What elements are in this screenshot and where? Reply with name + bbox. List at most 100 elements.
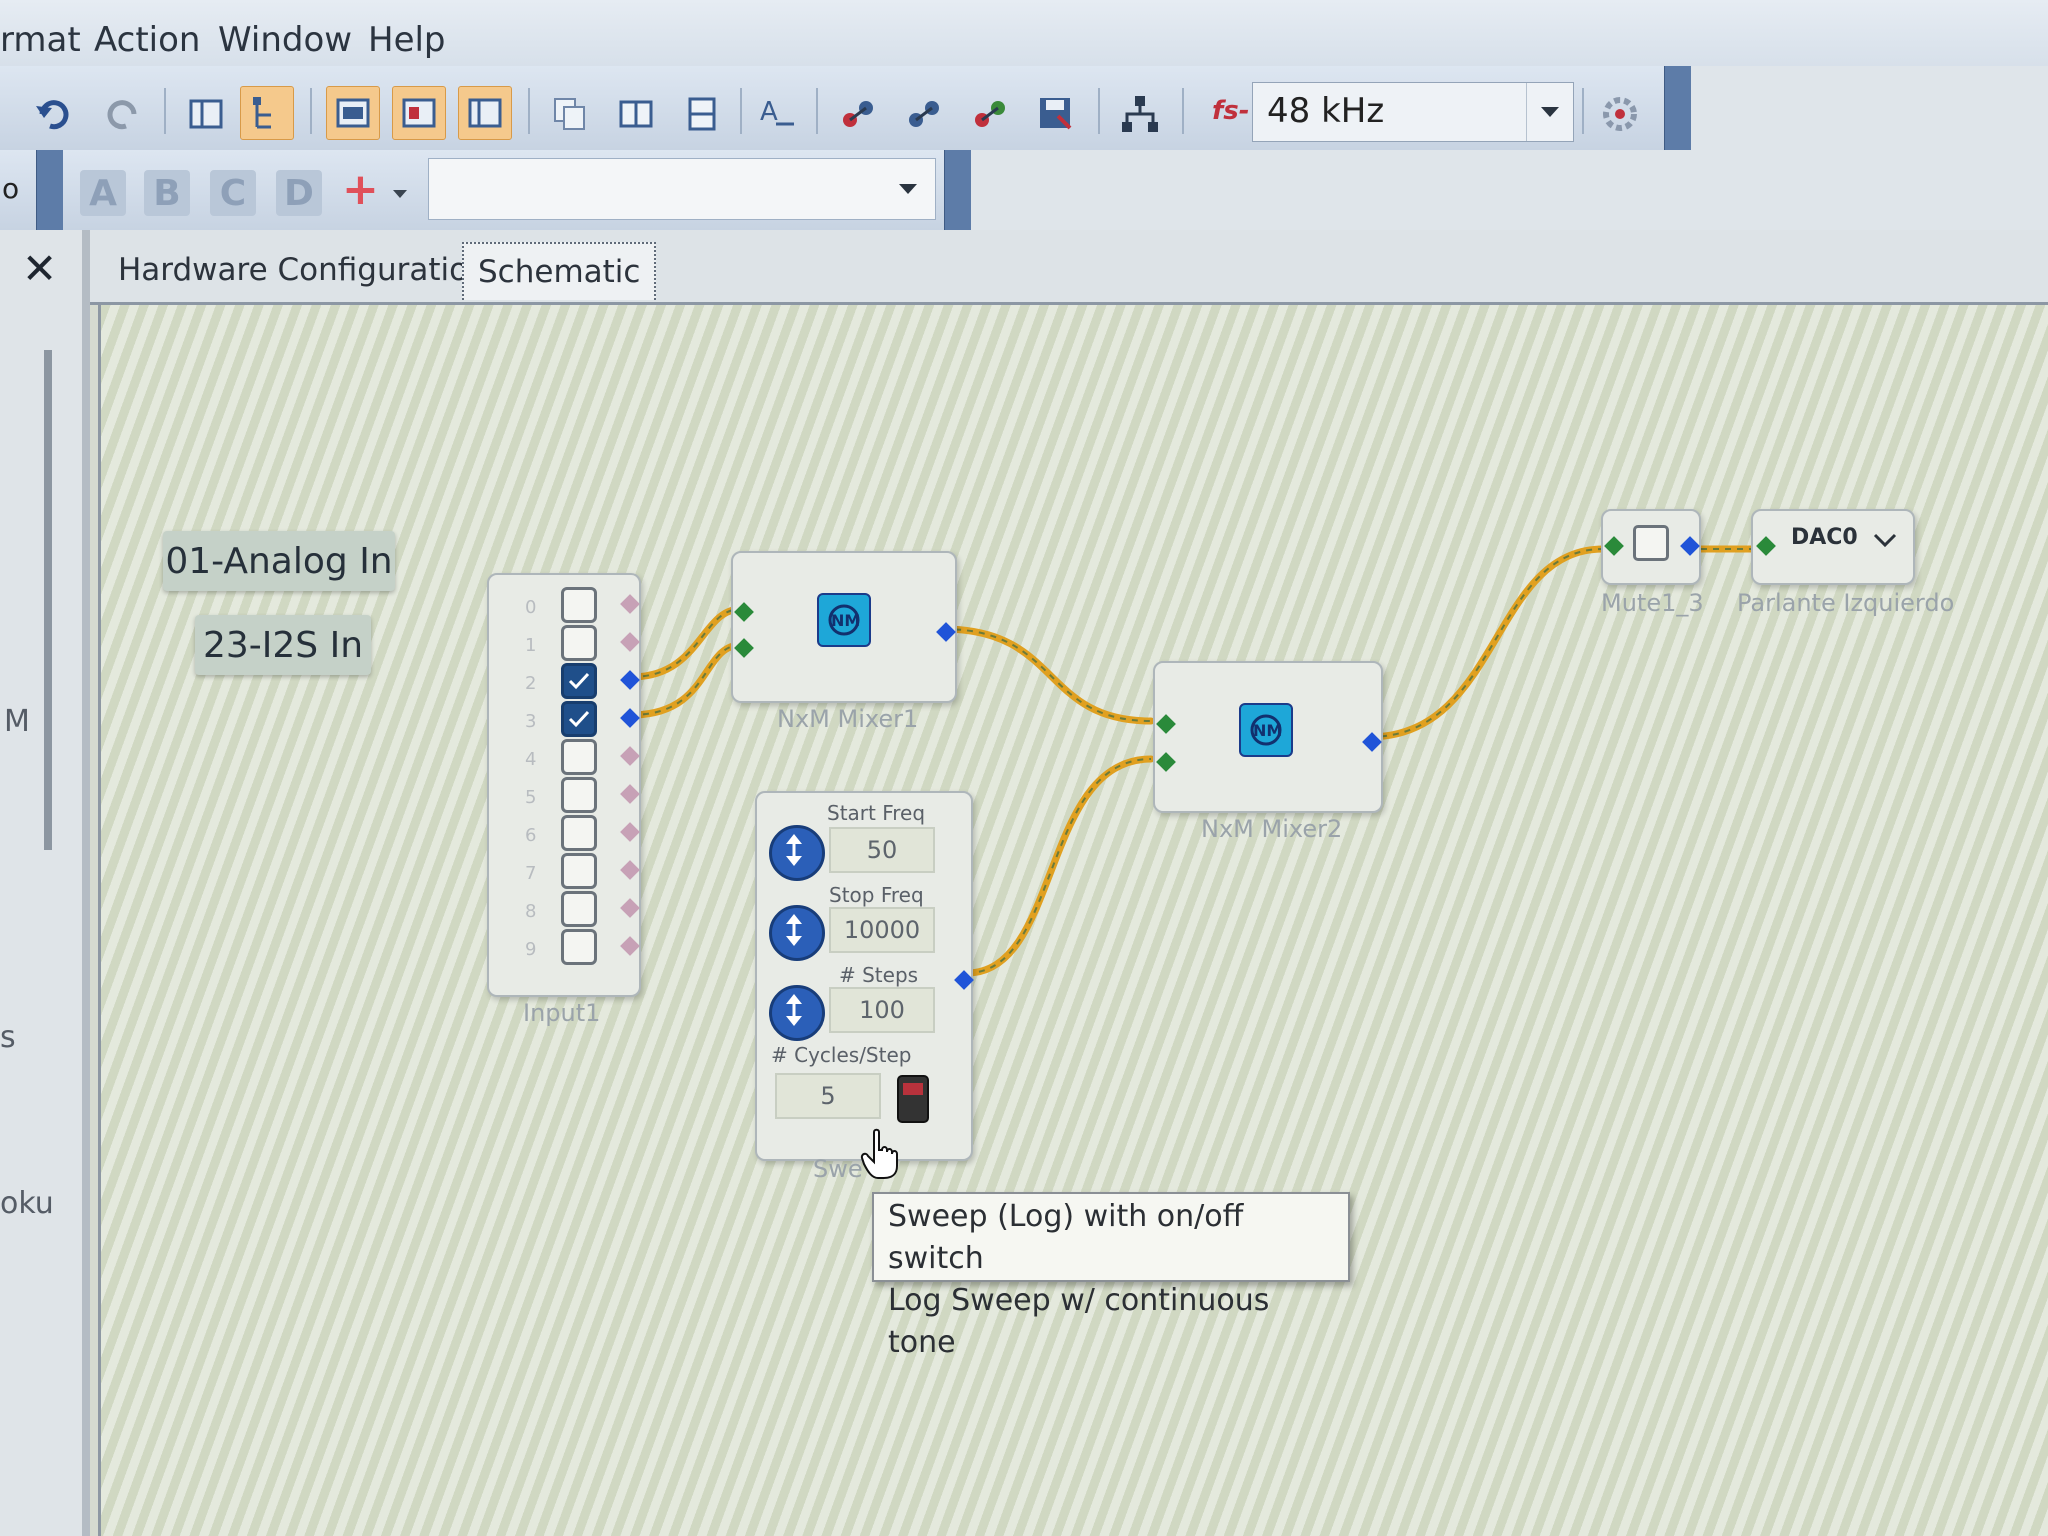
copy-button[interactable] [544, 88, 596, 140]
channel-checkbox[interactable] [561, 739, 597, 775]
dac-caption: Parlante Izquierdo [1737, 589, 1955, 617]
side-panel-fragment: oku [0, 1186, 54, 1221]
layout-three-button[interactable] [458, 86, 512, 140]
mute-caption: Mute1_3 [1601, 589, 1704, 617]
input-pin[interactable] [1756, 536, 1776, 556]
chevron-down-icon[interactable] [1873, 533, 1897, 553]
layer-c-button[interactable]: C [210, 170, 256, 216]
channel-checkbox[interactable] [561, 587, 597, 623]
mute-module[interactable] [1601, 509, 1701, 585]
dac-module[interactable]: DAC0 [1751, 509, 1915, 585]
save-download-button[interactable] [1030, 88, 1082, 140]
chevron-down-icon[interactable] [392, 184, 408, 203]
layer-combo[interactable] [428, 158, 936, 220]
output-pin[interactable] [620, 936, 640, 956]
dac-select-value[interactable]: DAC0 [1791, 525, 1858, 550]
channel-checkbox[interactable] [561, 777, 597, 813]
output-pin[interactable] [1680, 536, 1700, 556]
input-pin[interactable] [734, 602, 754, 622]
channel-checkbox[interactable] [561, 701, 597, 737]
redo-button[interactable] [96, 88, 148, 140]
output-pin[interactable] [620, 632, 640, 652]
layer-b-button[interactable]: B [144, 170, 190, 216]
input-pin[interactable] [1156, 752, 1176, 772]
output-pin[interactable] [620, 860, 640, 880]
link-compile-download-button[interactable] [898, 88, 950, 140]
layout-icon [402, 98, 436, 128]
output-pin[interactable] [620, 708, 640, 728]
mixer2-module[interactable]: NM [1153, 661, 1383, 813]
input-module[interactable]: 0 1 2 3 4 5 6 7 8 9 [487, 573, 641, 997]
channel-checkbox[interactable] [561, 625, 597, 661]
tab-schematic[interactable]: Schematic [462, 242, 657, 300]
input-pin[interactable] [1156, 714, 1176, 734]
panel-toggle-button[interactable] [180, 88, 232, 140]
fs-settings-button[interactable] [1594, 88, 1646, 140]
toolbar-grip[interactable] [944, 150, 971, 230]
chevron-down-icon[interactable] [881, 159, 935, 219]
channel-checkbox[interactable] [561, 891, 597, 927]
layer-d-button[interactable]: D [276, 170, 322, 216]
undo-button[interactable] [28, 88, 80, 140]
output-pin[interactable] [620, 898, 640, 918]
mixer-icon: NM [817, 593, 871, 647]
toolbar-grip[interactable] [1664, 66, 1691, 150]
menu-action[interactable]: Action [94, 20, 200, 60]
output-pin[interactable] [620, 746, 640, 766]
analog-in-label[interactable]: 01-Analog In [163, 531, 395, 591]
input-pin[interactable] [734, 638, 754, 658]
wire [963, 755, 1155, 977]
toolbar-empty-area [1690, 66, 2048, 150]
stop-freq-field[interactable]: 10000 [829, 907, 935, 953]
tree-view-button[interactable] [240, 86, 294, 140]
toolbar-grip[interactable] [36, 150, 63, 230]
channel-checkbox[interactable] [561, 663, 597, 699]
mixer1-module[interactable]: NM [731, 551, 957, 703]
tab-hardware-configuration[interactable]: Hardware Configuration [104, 242, 502, 298]
output-pin[interactable] [620, 594, 640, 614]
redo-icon [107, 100, 137, 130]
link-tool-button[interactable] [832, 88, 884, 140]
up-down-arrows-icon [786, 834, 802, 866]
svg-text:NM: NM [1253, 721, 1282, 740]
steps-spinner[interactable] [769, 985, 825, 1041]
output-pin[interactable] [954, 970, 974, 990]
output-pin[interactable] [620, 784, 640, 804]
start-freq-spinner[interactable] [769, 825, 825, 881]
channel-checkbox[interactable] [561, 815, 597, 851]
mixer1-caption: NxM Mixer1 [777, 705, 919, 733]
hierarchy-button[interactable] [1114, 88, 1166, 140]
channel-checkbox[interactable] [561, 929, 597, 965]
channel-number: 1 [525, 635, 537, 656]
toolbar-separator [164, 88, 166, 134]
sweep-module[interactable]: Start Freq 50 Stop Freq 10000 # Steps 10… [755, 791, 974, 1161]
input-pin[interactable] [1604, 536, 1624, 556]
layout-one-button[interactable] [326, 86, 380, 140]
sweep-on-off-switch[interactable] [897, 1075, 929, 1123]
mute-checkbox[interactable] [1633, 525, 1669, 561]
i2s-in-label[interactable]: 23-I2S In [195, 615, 371, 675]
steps-field[interactable]: 100 [829, 987, 935, 1033]
menu-window[interactable]: Window [218, 20, 352, 60]
output-pin[interactable] [936, 622, 956, 642]
output-pin[interactable] [620, 670, 640, 690]
text-tool-button[interactable]: A [752, 88, 804, 140]
side-panel-scrollbar[interactable] [44, 350, 52, 850]
split-horizontal-button[interactable] [610, 88, 662, 140]
cycles-field[interactable]: 5 [775, 1073, 881, 1119]
close-icon[interactable]: ✕ [22, 244, 57, 293]
sample-rate-select[interactable]: 48 kHz [1252, 82, 1574, 142]
chevron-down-icon[interactable] [1526, 83, 1573, 141]
layout-two-button[interactable] [392, 86, 446, 140]
layer-a-button[interactable]: A [80, 170, 126, 216]
split-vertical-button[interactable] [676, 88, 728, 140]
add-layer-button[interactable]: + [342, 164, 379, 215]
stop-freq-spinner[interactable] [769, 905, 825, 961]
output-pin[interactable] [1362, 732, 1382, 752]
menu-format[interactable]: rmat [0, 20, 81, 60]
link-compile-connect-button[interactable] [964, 88, 1016, 140]
output-pin[interactable] [620, 822, 640, 842]
channel-checkbox[interactable] [561, 853, 597, 889]
start-freq-field[interactable]: 50 [829, 827, 935, 873]
menu-help[interactable]: Help [368, 20, 446, 60]
